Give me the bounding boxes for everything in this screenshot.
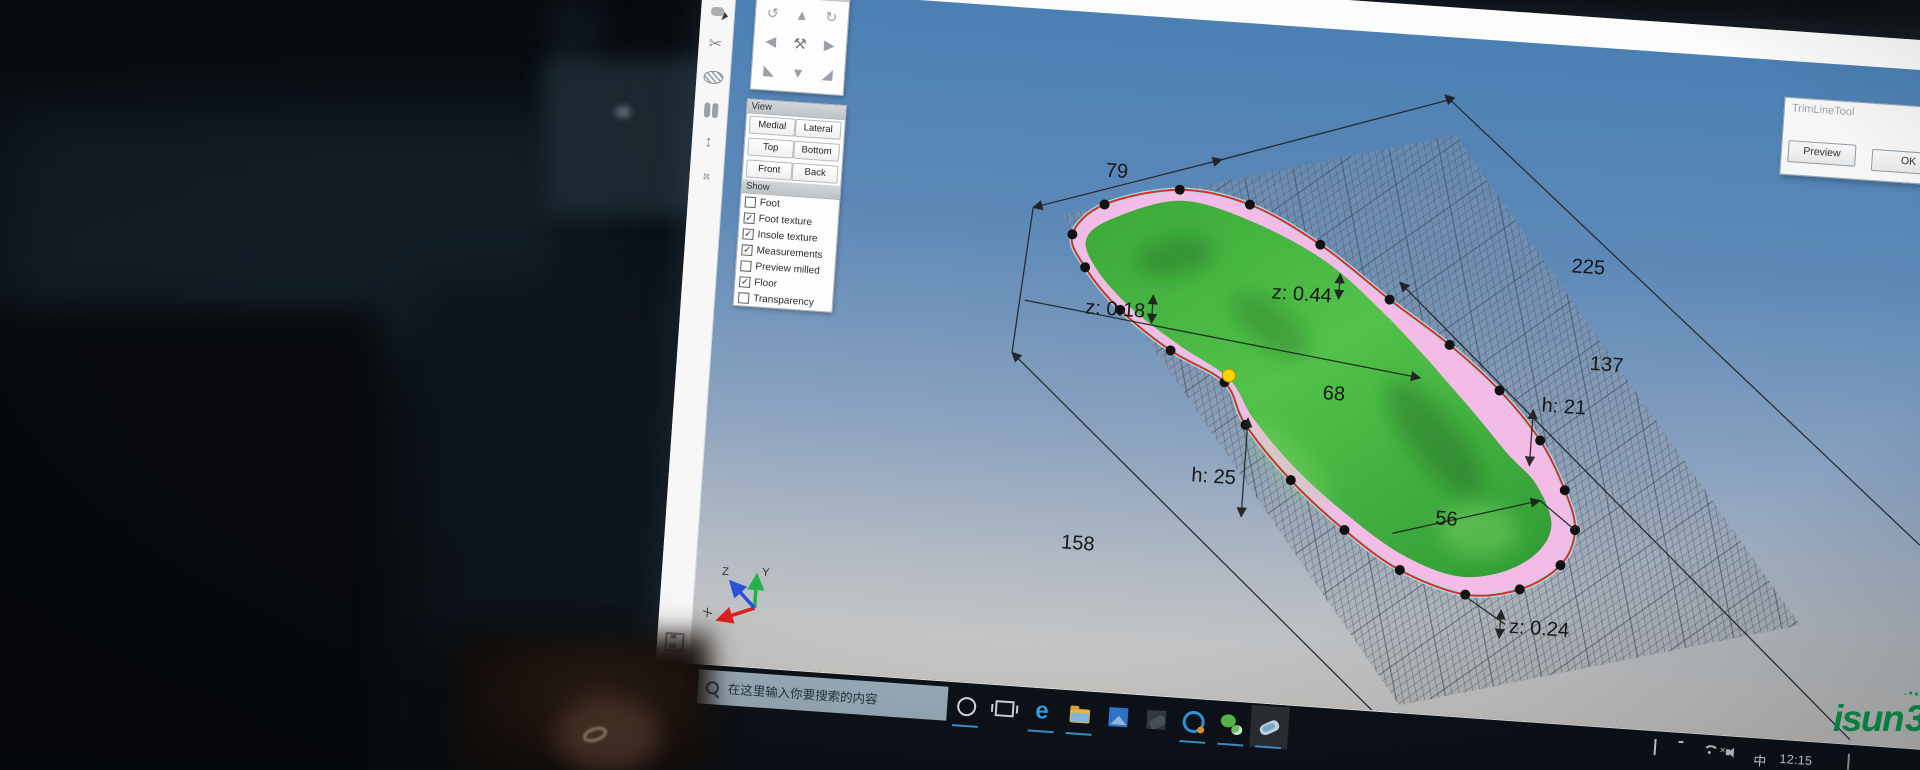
room-background-band: [0, 110, 600, 350]
measure-lateral-height: h: 21: [1541, 394, 1587, 419]
show-item-label: Foot: [759, 197, 780, 209]
checkbox[interactable]: [740, 260, 752, 272]
notification-tile[interactable]: [1847, 755, 1850, 769]
hatch-ellipse-icon[interactable]: [701, 65, 724, 88]
clock[interactable]: 12:15: [1779, 752, 1813, 768]
measure-toe-z: z: 0.18: [1085, 296, 1146, 322]
checkbox[interactable]: ✓: [739, 276, 751, 288]
measure-medial-height: h: 25: [1191, 464, 1237, 489]
tilt-left-icon[interactable]: ◣: [753, 55, 784, 86]
axis-z-label: Z: [722, 566, 730, 578]
axis-triad: Y Z X: [697, 558, 792, 644]
tilt-right-icon[interactable]: ◢: [812, 59, 843, 90]
view-medial-button[interactable]: Medial: [749, 116, 796, 137]
monitor-screen: ✂ ↕ ↔↔: [647, 0, 1920, 770]
search-input[interactable]: [725, 680, 930, 711]
ring-highlight: [582, 725, 609, 745]
circle-app-button[interactable]: [1173, 700, 1214, 745]
settings-tools-icon[interactable]: ⚒: [784, 29, 815, 60]
photo-root: ✂ ↕ ↔↔: [0, 0, 1920, 770]
show-item-label: Floor: [754, 277, 778, 290]
measure-total-length: 225: [1571, 255, 1606, 279]
ime-indicator[interactable]: 中: [1753, 750, 1767, 770]
view-lateral-button[interactable]: Lateral: [795, 119, 842, 140]
measure-heel-length: 137: [1589, 353, 1624, 377]
insole-pair-icon[interactable]: [699, 98, 722, 121]
vertical-resize-icon[interactable]: ↕: [697, 131, 720, 154]
checkbox[interactable]: ✓: [743, 212, 755, 224]
room-background-column: [548, 0, 600, 390]
tray-chevron[interactable]: [1653, 741, 1656, 755]
wechat-icon: [1220, 714, 1243, 735]
measure-heel-width: 56: [1435, 507, 1459, 530]
photos-button[interactable]: [1097, 694, 1138, 739]
measure-medial-length: 158: [1060, 531, 1095, 555]
checkbox[interactable]: [745, 196, 757, 208]
show-item-label: Foot texture: [758, 213, 812, 228]
show-item-label: Insole texture: [757, 229, 818, 244]
rotate-left-icon[interactable]: ↺: [757, 0, 788, 29]
room-background: [0, 0, 720, 770]
pan-left-icon[interactable]: ◀: [755, 26, 786, 57]
selected-control-point[interactable]: [1222, 369, 1236, 383]
task-view-button[interactable]: [984, 686, 1025, 731]
photos-icon: [1108, 707, 1128, 727]
watermark-text: isun: [1833, 698, 1903, 740]
search-icon: [705, 680, 719, 694]
insole-app-icon: [1258, 718, 1281, 736]
checkbox[interactable]: [738, 292, 750, 304]
axis-y-label: Y: [762, 566, 771, 579]
cortana-button[interactable]: [946, 684, 987, 729]
checkbox[interactable]: ✓: [742, 228, 754, 240]
insole-app-button[interactable]: [1249, 705, 1290, 750]
measure-mid-z: z: 0.44: [1271, 281, 1332, 307]
insole-model-scene: 79 225 137 h: 21 z: 0.44 z: 0.18 68 h: 2…: [690, 0, 1920, 751]
measure-heel-z: z: 0.24: [1508, 616, 1569, 642]
view-bottom-button[interactable]: Bottom: [793, 141, 840, 162]
cortana-icon: [956, 696, 976, 716]
save-icon[interactable]: [664, 632, 684, 652]
task-view-icon: [994, 700, 1014, 717]
preview-button[interactable]: Preview: [1787, 140, 1856, 167]
view-front-button[interactable]: Front: [746, 159, 793, 180]
wechat-button[interactable]: [1211, 702, 1252, 747]
scissors-icon[interactable]: ✂: [704, 32, 727, 55]
pan-right-icon[interactable]: ▶: [814, 31, 845, 62]
expand-icon[interactable]: ↔↔: [694, 164, 717, 187]
dark-app-icon: [1146, 709, 1166, 729]
brand-watermark: isun 3: [1833, 698, 1920, 740]
pan-up-icon[interactable]: ▲: [786, 0, 817, 31]
file-explorer-button[interactable]: [1060, 692, 1101, 737]
circle-app-icon: [1182, 710, 1205, 733]
ok-button[interactable]: OK: [1871, 149, 1920, 176]
dark-app-button[interactable]: [1135, 697, 1176, 742]
show-item-label: Preview milled: [755, 261, 820, 276]
nav-pad: ↺ ▲ ↻ ◀ ⚒ ▶ ◣ ▼ ◢: [750, 0, 851, 96]
person-silhouette: [0, 310, 380, 770]
measure-mid-width: 68: [1322, 382, 1346, 405]
viewport-3d[interactable]: 79 225 137 h: 21 z: 0.44 z: 0.18 68 h: 2…: [690, 0, 1920, 751]
axis-x-label: X: [701, 606, 714, 620]
hand-skin: [555, 698, 660, 770]
watermark-suffix: 3: [1905, 698, 1920, 740]
edge-icon: e: [1035, 701, 1050, 722]
trimlinetool-dialog: TrimLineTool Preview OK: [1779, 97, 1920, 189]
start-button[interactable]: [666, 671, 687, 692]
rotate-right-icon[interactable]: ↻: [816, 2, 847, 33]
edge-button[interactable]: e: [1022, 689, 1063, 734]
view-top-button[interactable]: Top: [747, 137, 794, 158]
view-show-panel: View Medial Lateral Top Bottom Front Bac…: [733, 98, 847, 312]
view-back-button[interactable]: Back: [791, 163, 838, 184]
show-item-label: Transparency: [753, 293, 814, 308]
background-light-dot: [615, 106, 631, 118]
folder-icon: [1069, 708, 1090, 723]
measure-toe-width: 79: [1105, 160, 1129, 183]
pan-down-icon[interactable]: ▼: [782, 57, 813, 88]
select-region-icon[interactable]: [706, 0, 729, 23]
checkbox[interactable]: ✓: [741, 244, 753, 256]
